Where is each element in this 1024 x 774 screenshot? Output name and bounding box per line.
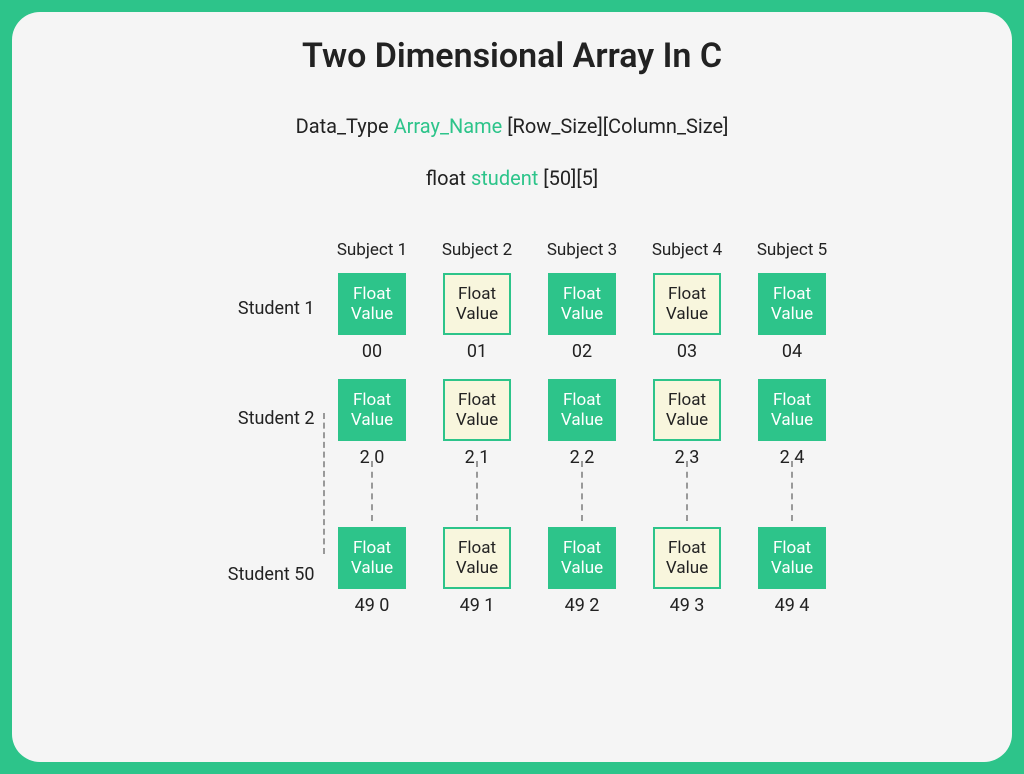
columns-container: Subject 1 Float Value 00 Float Value 2 0… (335, 240, 830, 623)
page-title: Two Dimensional Array In C (52, 36, 972, 76)
cell-2-2: Float Value (548, 527, 616, 589)
row-label-0: Student 1 (195, 273, 315, 343)
index-2-2: 49 2 (565, 595, 600, 623)
index-2-4: 49 4 (775, 595, 810, 623)
index-2-0: 49 0 (355, 595, 390, 623)
example-datatype: float (426, 166, 471, 190)
index-0-1: 01 (467, 341, 487, 369)
vertical-ellipsis-0 (371, 461, 373, 521)
example-declaration: float student [50][5] (52, 166, 972, 190)
col-header-0: Subject 1 (337, 240, 407, 265)
cell-0-1: Float Value (443, 273, 511, 335)
cell-0-2: Float Value (548, 273, 616, 335)
col-0: Subject 1 Float Value 00 Float Value 2 0… (335, 240, 410, 623)
vertical-ellipsis-2 (581, 461, 583, 521)
index-0-0: 00 (362, 341, 382, 369)
cell-2-1: Float Value (443, 527, 511, 589)
cell-2-4: Float Value (758, 527, 826, 589)
cell-2-0: Float Value (338, 527, 406, 589)
cell-0-3: Float Value (653, 273, 721, 335)
diagram-frame: Two Dimensional Array In C Data_Type Arr… (12, 12, 1012, 762)
example-dims: [50][5] (538, 166, 598, 190)
cell-1-4: Float Value (758, 379, 826, 441)
syntax-datatype: Data_Type (296, 114, 394, 138)
vertical-ellipsis-1 (476, 461, 478, 521)
row-label-1: Student 2 (195, 383, 315, 453)
cell-1-3: Float Value (653, 379, 721, 441)
cell-0-0: Float Value (338, 273, 406, 335)
index-2-3: 49 3 (670, 595, 705, 623)
vertical-ellipsis-4 (791, 461, 793, 521)
cell-2-3: Float Value (653, 527, 721, 589)
col-header-2: Subject 3 (547, 240, 617, 265)
col-2: Subject 3 Float Value 02 Float Value 2 2… (545, 240, 620, 623)
index-0-4: 04 (782, 341, 802, 369)
syntax-declaration: Data_Type Array_Name [Row_Size][Column_S… (52, 114, 972, 138)
row-label-2: Student 50 (195, 539, 315, 609)
col-header-1: Subject 2 (442, 240, 512, 265)
index-0-2: 02 (572, 341, 592, 369)
vertical-ellipsis-3 (686, 461, 688, 521)
example-arrayname: student (471, 166, 538, 190)
array-grid: . Student 1 Student 2 Student 50 Subject… (52, 240, 972, 623)
cell-1-0: Float Value (338, 379, 406, 441)
index-0-3: 03 (677, 341, 697, 369)
col-4: Subject 5 Float Value 04 Float Value 2 4… (755, 240, 830, 623)
col-3: Subject 4 Float Value 03 Float Value 2 3… (650, 240, 725, 623)
col-header-4: Subject 5 (757, 240, 827, 265)
syntax-dims: [Row_Size][Column_Size] (502, 114, 728, 138)
cell-0-4: Float Value (758, 273, 826, 335)
cell-1-2: Float Value (548, 379, 616, 441)
col-header-3: Subject 4 (652, 240, 722, 265)
vertical-ellipsis-left (323, 413, 325, 554)
index-2-1: 49 1 (460, 595, 495, 623)
col-1: Subject 2 Float Value 01 Float Value 2 1… (440, 240, 515, 623)
cell-1-1: Float Value (443, 379, 511, 441)
syntax-arrayname: Array_Name (394, 114, 503, 138)
row-labels: . Student 1 Student 2 Student 50 (195, 240, 315, 623)
